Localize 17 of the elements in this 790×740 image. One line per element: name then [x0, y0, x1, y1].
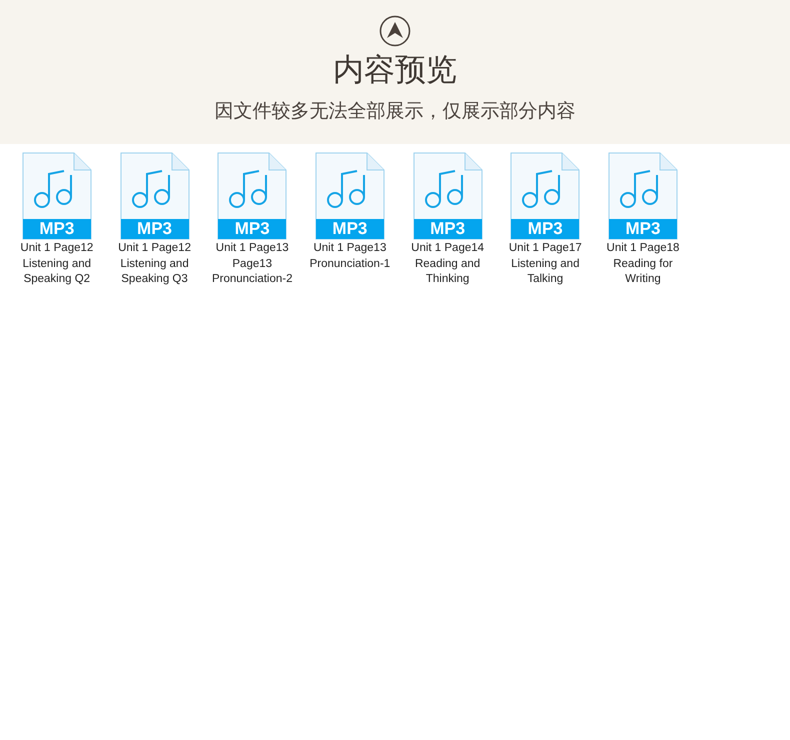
- file-name[interactable]: Unit 1 Page18 Reading for Writing: [606, 241, 680, 288]
- file-type-label: MP3: [511, 219, 580, 239]
- file-type-label: MP3: [22, 219, 91, 239]
- page-title: 内容预览: [333, 51, 457, 90]
- file-type-label: MP3: [316, 219, 384, 239]
- file-name[interactable]: Unit 1 Page12 Listening and Speaking Q3: [118, 241, 191, 288]
- file-type-label: MP3: [120, 219, 189, 239]
- file-name[interactable]: Unit 1 Page14 Reading and Thinking: [411, 241, 484, 288]
- file-name[interactable]: Unit 1 Page12 Listening and Speaking Q2: [20, 241, 94, 288]
- file-name[interactable]: Unit 1 Page13 Page13 Pronunciation-2: [212, 241, 292, 288]
- file-type-label: MP3: [218, 219, 286, 239]
- file-type-label: MP3: [608, 219, 677, 239]
- file-name[interactable]: Unit 1 Page17 Listening and Talking: [508, 241, 582, 288]
- page-subtitle: 因文件较多无法全部展示，仅展示部分内容: [214, 99, 576, 124]
- file-name[interactable]: Unit 1 Page13 Pronunciation-1: [310, 241, 390, 272]
- arrow-up-circle-icon[interactable]: [379, 15, 411, 47]
- file-type-label: MP3: [414, 219, 482, 239]
